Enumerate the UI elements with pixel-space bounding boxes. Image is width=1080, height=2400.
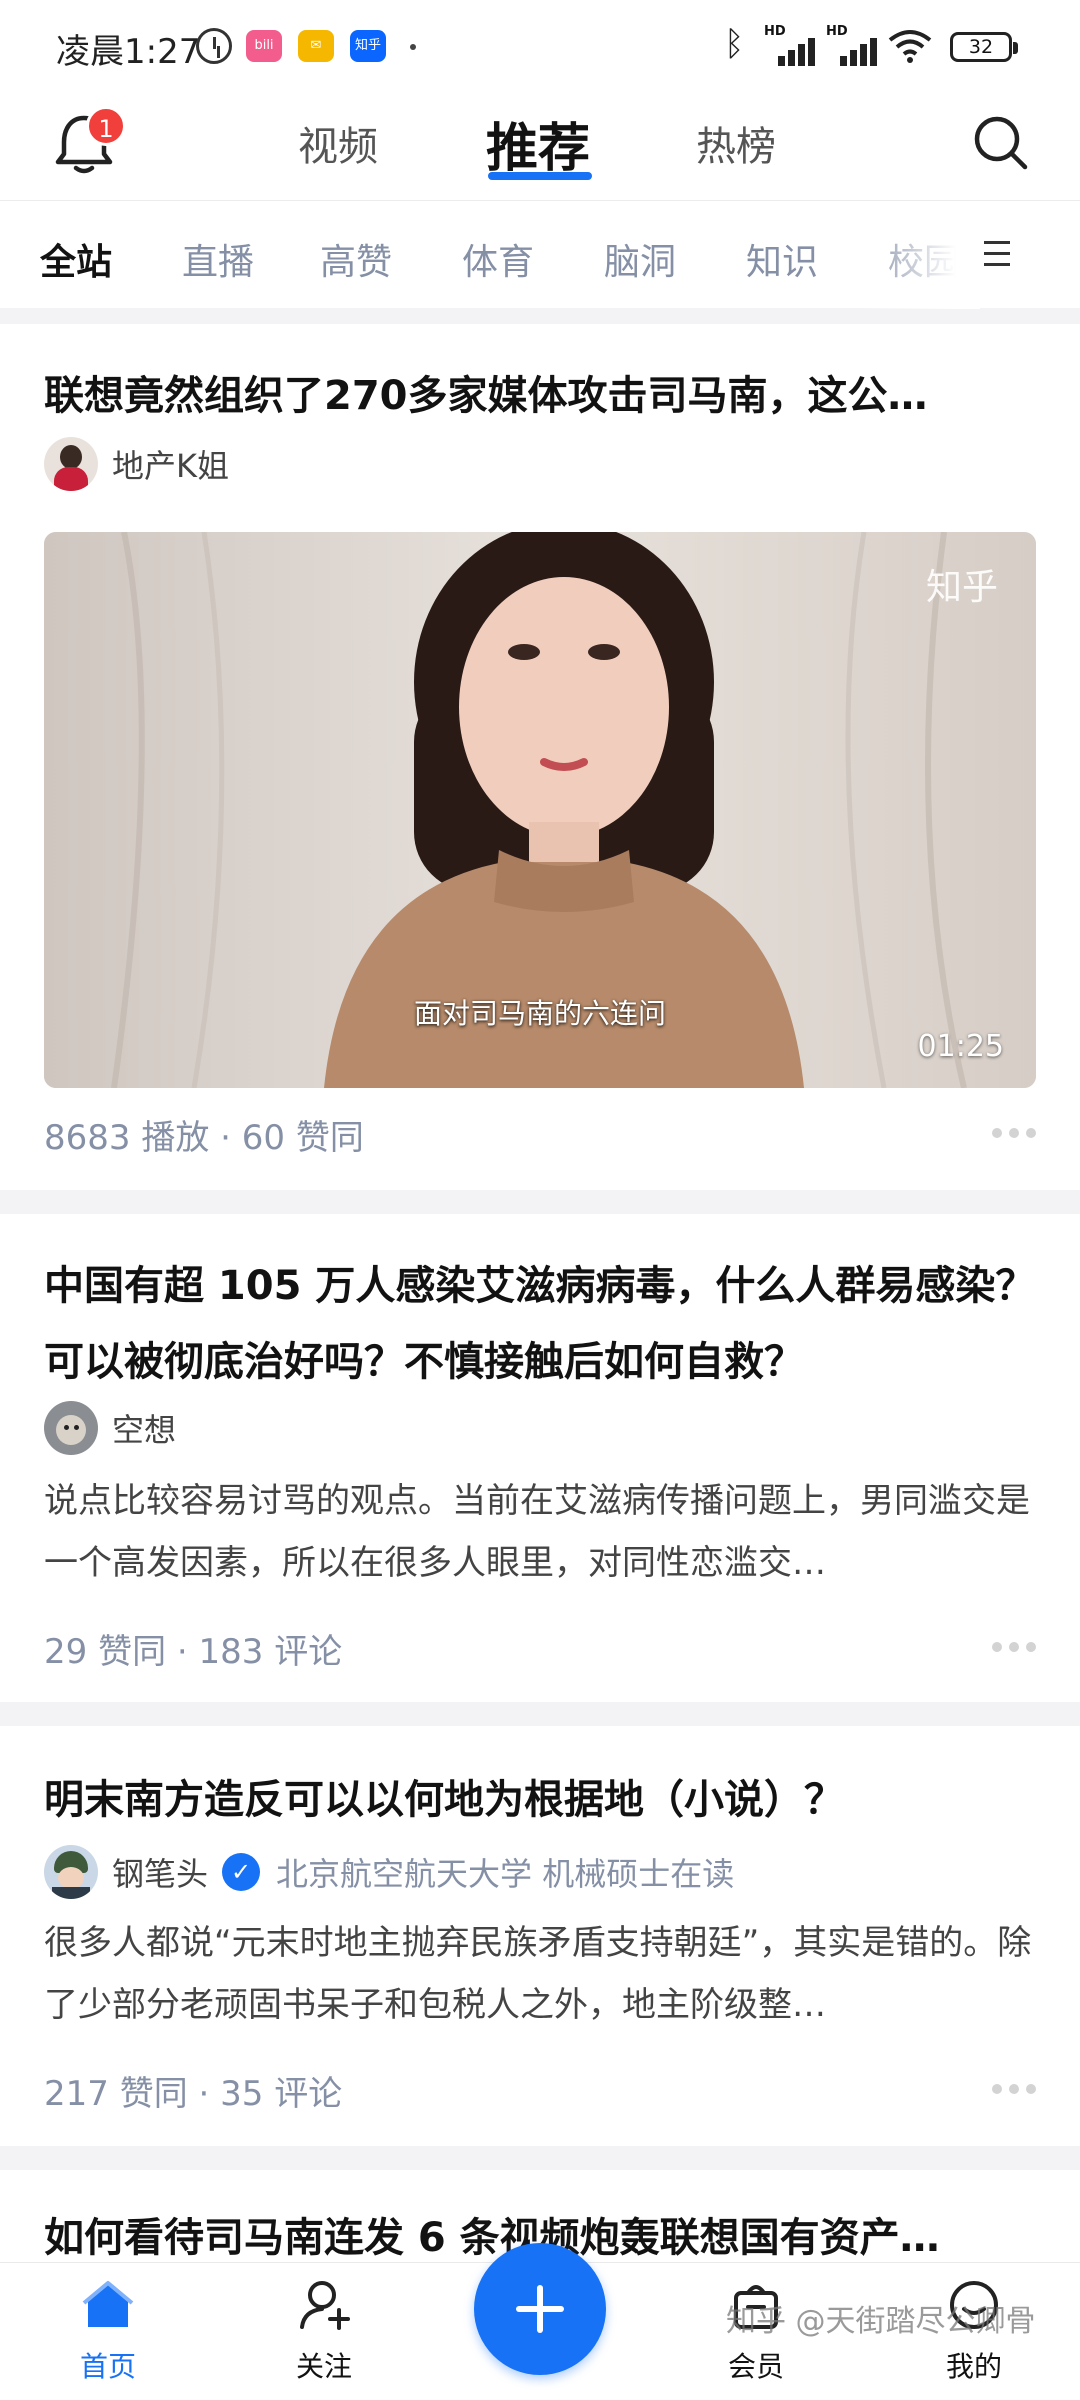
verified-badge-icon: ✓ [222,1853,261,1891]
category-knowledge[interactable]: 知识 [746,233,818,285]
more-options-icon[interactable] [992,1128,1036,1138]
bottom-nav-label: 首页 [79,2350,136,2383]
category-imagination[interactable]: 脑洞 [604,233,676,285]
avatar [44,1401,98,1455]
feed-card-answer[interactable]: 明末南方造反可以以何地为根据地（小说）？ 钢笔头 ✓ 北京航空航天大学 机械硕士… [0,1726,1080,2146]
signal-2-icon: HD [826,24,884,66]
author-name: 钢笔头 [112,1855,209,1893]
zhihu-icon: 知乎 [350,30,386,62]
video-caption: 面对司马南的六连问 [413,997,666,1030]
wifi-icon [888,30,932,63]
card-meta: 8683 播放 · 60 赞同 [44,1118,364,1158]
tab-hot-list[interactable]: 热榜 [696,114,776,172]
notification-badge: 1 [86,106,126,146]
category-live[interactable]: 直播 [182,233,254,285]
author-description: 北京航空航天大学 机械硕士在读 [276,1855,735,1893]
bottom-nav-label: 我的 [945,2350,1002,2383]
author-row[interactable]: 钢笔头 ✓ 北京航空航天大学 机械硕士在读 [44,1844,734,1900]
card-title[interactable]: 中国有超 105 万人感染艾滋病病毒，什么人群易感染？可以被彻底治好吗？不慎接触… [44,1248,1036,1400]
bottom-nav-follow[interactable]: 关注 [264,2277,384,2385]
category-menu-icon[interactable] [984,241,1010,266]
category-all[interactable]: 全站 [40,233,112,285]
tab-recommended[interactable]: 推荐 [486,106,590,181]
more-options-icon[interactable] [992,1642,1036,1652]
author-name: 地产K姐 [112,447,229,485]
author-name: 空想 [112,1411,177,1449]
category-top-voted[interactable]: 高赞 [320,233,392,285]
bottom-nav-home[interactable]: 首页 [48,2277,168,2385]
category-sports[interactable]: 体育 [462,233,534,285]
tab-video[interactable]: 视频 [298,114,378,172]
page-watermark: 知乎 @天街踏尽公卿骨 [726,2304,1036,2339]
card-meta: 29 赞同 · 183 评论 [44,1632,343,1672]
battery-indicator: 32 [950,32,1018,62]
card-meta: 217 赞同 · 35 评论 [44,2074,343,2114]
search-icon[interactable] [970,112,1030,172]
category-bar: 全站 直播 高赞 体育 脑洞 知识 校园 [0,200,1080,309]
status-time: 凌晨1:27 [56,32,201,72]
alarm-icon [196,28,232,64]
feed-card-answer[interactable]: 中国有超 105 万人感染艾滋病病毒，什么人群易感染？可以被彻底治好吗？不慎接触… [0,1214,1080,1702]
signal-1-icon: HD [764,24,822,66]
top-nav: 1 视频 推荐 热榜 [0,92,1080,200]
bilibili-icon: bili [246,30,282,62]
notification-dot-icon [410,44,416,50]
author-row[interactable]: 空想 [44,1400,176,1456]
card-excerpt[interactable]: 很多人都说“元末时地主抛弃民族矛盾支持朝廷”，其实是错的。除了少部分老顽固书呆子… [44,1912,1036,2036]
mail-icon: ✉ [298,30,334,62]
card-excerpt[interactable]: 说点比较容易讨骂的观点。当前在艾滋病传播问题上，男同滥交是一个高发因素，所以在很… [44,1470,1036,1594]
avatar [44,1845,98,1899]
follow-icon [300,2281,350,2330]
video-player[interactable]: 知乎 面对司马南的六连问 01:25 [44,532,1036,1088]
bottom-nav-label: 关注 [295,2350,352,2383]
active-tab-indicator [488,172,592,180]
home-icon [82,2281,134,2327]
card-title[interactable]: 明末南方造反可以以何地为根据地（小说）？ [44,1768,1036,1832]
video-duration: 01:25 [917,1029,1004,1064]
card-title[interactable]: 联想竟然组织了270多家媒体攻击司马南，这公… [44,364,1036,428]
status-bar: 凌晨1:27 bili ✉ 知乎 ᛒ HD HD 32 [0,0,1080,92]
avatar [44,437,98,491]
more-options-icon[interactable] [992,2084,1036,2094]
create-post-button[interactable] [474,2243,606,2375]
bottom-nav-label: 会员 [727,2350,784,2383]
bluetooth-icon: ᛒ [724,24,745,64]
author-row[interactable]: 地产K姐 [44,436,229,492]
zhihu-watermark: 知乎 [925,567,998,608]
feed-card-video[interactable]: 联想竟然组织了270多家媒体攻击司马南，这公… 地产K姐 知乎 面对司马南的六连… [0,324,1080,1190]
